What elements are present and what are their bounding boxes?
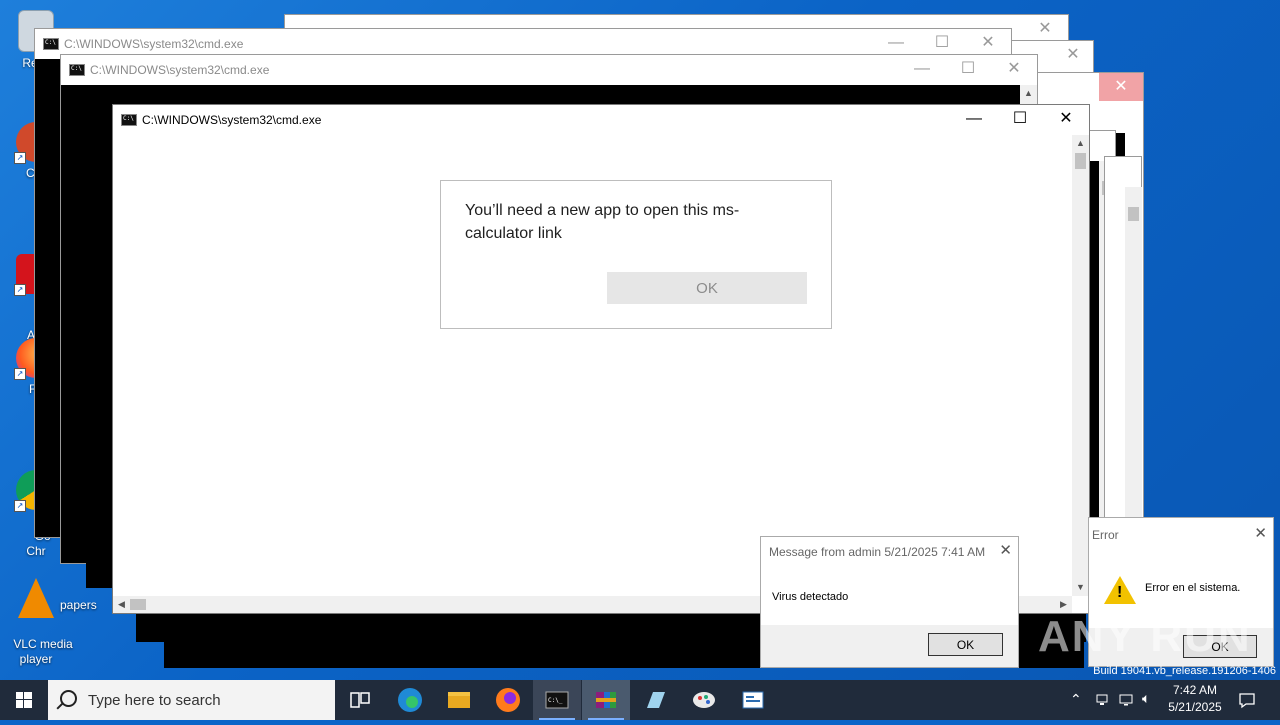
task-view-button[interactable]: [336, 680, 384, 720]
close-icon[interactable]: ✕: [1099, 73, 1143, 101]
ok-button[interactable]: OK: [607, 272, 807, 304]
cmd-icon: [121, 114, 137, 126]
clock-time: 7:42 AM: [1172, 683, 1218, 697]
search-placeholder: Type here to search: [88, 692, 221, 709]
taskbar-wordpad[interactable]: [729, 680, 777, 720]
network-icon[interactable]: [1094, 692, 1110, 708]
desktop-icon-label: papers: [60, 598, 97, 612]
scroll-up-icon[interactable]: ▲: [1020, 85, 1037, 102]
taskbar-file-explorer[interactable]: [435, 680, 483, 720]
notification-icon[interactable]: [1238, 691, 1256, 709]
window-title: C:\WINDOWS\system32\cmd.exe: [90, 63, 270, 77]
taskbar-edge[interactable]: [386, 680, 434, 720]
search-box[interactable]: Type here to search: [48, 680, 335, 720]
cmd-icon: [69, 64, 85, 76]
close-icon[interactable]: ✕: [1022, 15, 1068, 43]
anyrun-watermark: ANY RUN: [1038, 612, 1252, 661]
volume-icon[interactable]: 🔈︎: [1142, 690, 1150, 707]
edge-icon: [398, 688, 422, 712]
scroll-right-icon[interactable]: ▶: [1055, 596, 1072, 613]
desktop-icon-vlc[interactable]: VLC media player: [0, 548, 73, 680]
close-icon[interactable]: ✕: [999, 541, 1012, 559]
new-app-dialog: You’ll need a new app to open this ms-ca…: [440, 180, 832, 329]
svg-text:C:\_: C:\_: [548, 697, 563, 704]
scrollbar-thumb[interactable]: [130, 599, 146, 610]
taskbar: Type here to search C:\_ ⌃ 🔈︎ 7:42 AM 5/…: [0, 680, 1280, 720]
winrar-icon: [596, 692, 616, 708]
desktop-icon-papers[interactable]: papers: [60, 598, 120, 613]
error-popup-body: Error en el sistema.: [1145, 582, 1241, 594]
scrollbar-thumb[interactable]: [1128, 207, 1139, 221]
firefox-icon: [496, 688, 520, 712]
taskbar-notepad[interactable]: [631, 680, 679, 720]
ok-button[interactable]: OK: [928, 633, 1003, 656]
scrollbar-thumb[interactable]: [1075, 153, 1086, 169]
desktop: Recy ↗ CCl ↗ Ad Acr ↗ Fir ↗ Go Chr VLC m…: [0, 0, 1280, 680]
dialog-message: You’ll need a new app to open this ms-ca…: [465, 202, 740, 242]
maximize-icon[interactable]: ☐: [945, 55, 991, 85]
task-view-icon: [350, 692, 370, 708]
chevron-up-icon[interactable]: ⌃: [1070, 691, 1082, 708]
wordpad-icon: [742, 691, 764, 709]
taskbar-firefox[interactable]: [484, 680, 532, 720]
title-bar[interactable]: C:\WINDOWS\system32\cmd.exe — ☐ ✕: [113, 105, 1089, 135]
search-icon: [60, 690, 77, 707]
message-popup[interactable]: Message from admin 5/21/2025 7:41 AM ✕ V…: [760, 536, 1019, 668]
warning-mark: !: [1117, 584, 1123, 601]
close-icon[interactable]: ✕: [991, 55, 1037, 85]
taskbar-winrar[interactable]: [582, 680, 630, 720]
minimize-icon[interactable]: —: [951, 105, 997, 135]
display-icon[interactable]: [1118, 692, 1134, 708]
vertical-scrollbar[interactable]: [1125, 187, 1142, 547]
notepad-icon: [647, 692, 665, 708]
message-popup-title: Message from admin 5/21/2025 7:41 AM: [769, 545, 986, 559]
minimize-icon[interactable]: —: [899, 55, 945, 85]
windows-logo-icon: [16, 692, 32, 708]
scroll-down-icon[interactable]: ▼: [1072, 579, 1089, 596]
paint-icon: [693, 692, 715, 708]
taskbar-paint[interactable]: [680, 680, 728, 720]
message-popup-footer: OK: [761, 625, 1018, 667]
window-title: C:\WINDOWS\system32\cmd.exe: [142, 113, 322, 127]
close-icon[interactable]: ✕: [1053, 41, 1093, 71]
build-text: Build 19041.vb_release.191206-1406: [1093, 665, 1276, 677]
close-icon[interactable]: ✕: [1043, 105, 1089, 135]
clock[interactable]: 7:42 AM 5/21/2025: [1162, 683, 1228, 714]
start-button[interactable]: [0, 680, 48, 720]
close-icon[interactable]: ✕: [1254, 524, 1267, 542]
clock-date: 5/21/2025: [1168, 700, 1222, 714]
scroll-up-icon[interactable]: ▲: [1072, 135, 1089, 152]
desktop-icon-label: VLC media player: [13, 637, 73, 666]
background-window-4[interactable]: [1104, 156, 1142, 560]
vertical-scrollbar[interactable]: ▲ ▼: [1072, 135, 1089, 596]
cmd-icon: [43, 38, 59, 50]
cmd-icon: C:\_: [545, 691, 569, 709]
maximize-icon[interactable]: ☐: [997, 105, 1043, 135]
title-bar[interactable]: C:\WINDOWS\system32\cmd.exe — ☐ ✕: [61, 55, 1037, 85]
vlc-icon: [18, 578, 54, 618]
folder-icon: [448, 692, 470, 708]
error-popup-title: Error: [1092, 528, 1119, 542]
message-popup-body: Virus detectado: [772, 591, 849, 603]
window-title: C:\WINDOWS\system32\cmd.exe: [64, 37, 244, 51]
taskbar-cmd[interactable]: C:\_: [533, 680, 581, 720]
scroll-left-icon[interactable]: ◀: [113, 596, 130, 613]
